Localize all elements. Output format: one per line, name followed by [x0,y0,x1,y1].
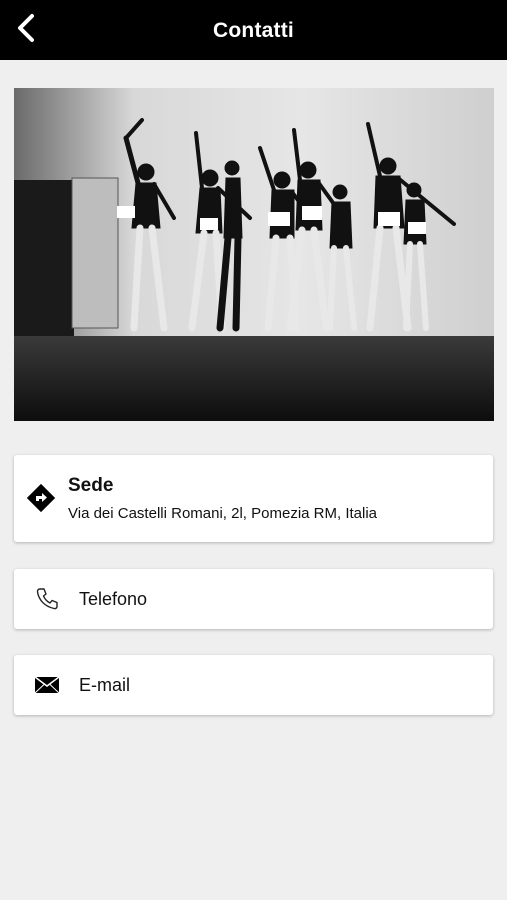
location-title: Sede [68,475,114,496]
email-label: E-mail [79,675,131,695]
email-card[interactable]: E-mail [14,655,493,715]
phone-icon [34,586,60,612]
phone-label: Telefono [79,589,148,609]
directions-icon [26,483,56,513]
hero-photo [14,88,494,421]
location-card[interactable]: Sede Via dei Castelli Romani, 2l, Pomezi… [14,455,493,542]
envelope-icon [33,674,61,696]
location-address: Via dei Castelli Romani, 2l, Pomezia RM,… [68,505,378,522]
phone-card[interactable]: Telefono [14,569,493,629]
page-title: Contatti [213,19,294,42]
app-screen: Contatti Sede Via dei Castelli Romani, 2… [0,0,507,900]
top-navigation-bar: Contatti [0,0,507,60]
